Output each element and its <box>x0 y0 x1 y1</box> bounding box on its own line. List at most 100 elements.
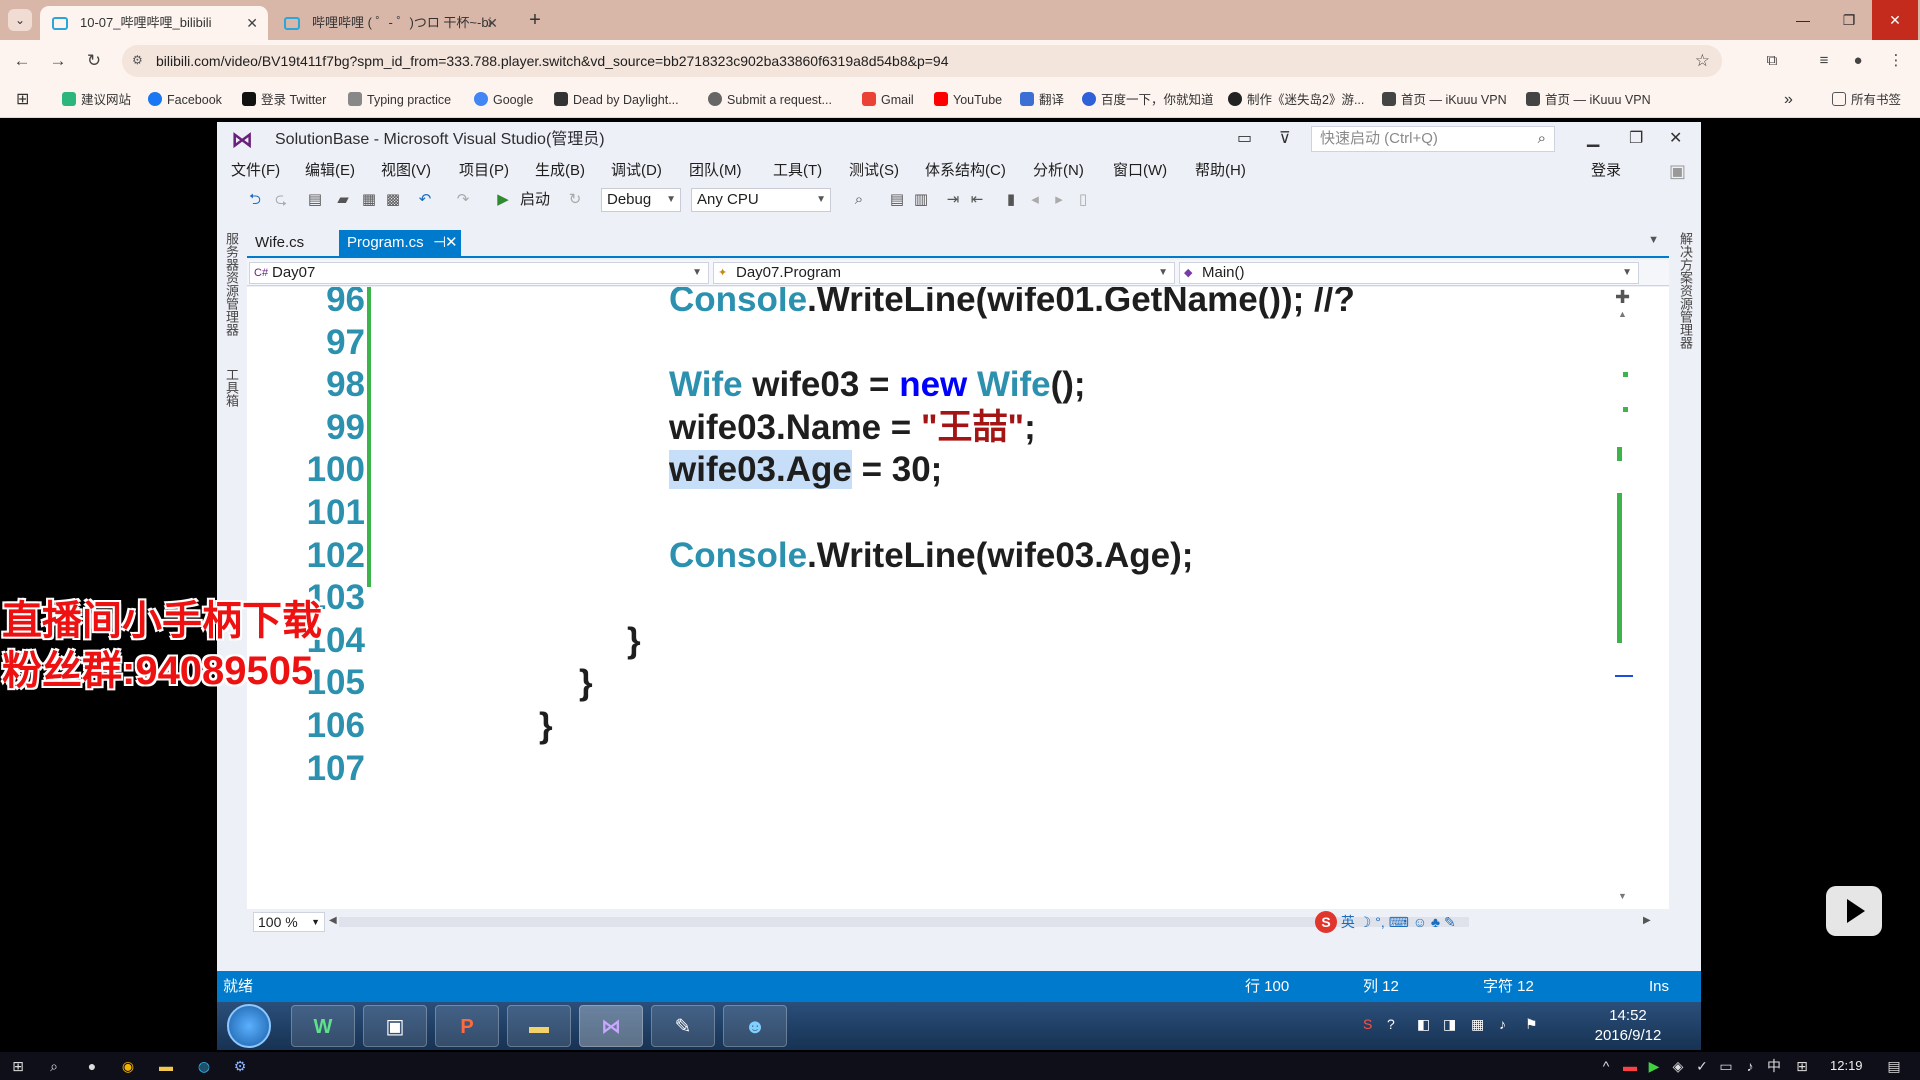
code-line[interactable]: 103 <box>247 577 1627 619</box>
tray-icon[interactable]: ◈ <box>1668 1056 1688 1076</box>
sogou-tray-icon[interactable]: S <box>1363 1016 1372 1032</box>
server-explorer-tab[interactable]: 服务器资源管理器 <box>223 232 241 336</box>
tab-close-icon[interactable]: ✕ <box>486 6 498 40</box>
start-play-icon[interactable]: ▶ <box>493 190 513 210</box>
flag-tray-icon[interactable]: ⚑ <box>1525 1016 1538 1033</box>
tray-icon[interactable]: ✓ <box>1692 1056 1712 1076</box>
feedback-icon[interactable]: ▭ <box>1237 128 1252 148</box>
prev-bookmark-icon[interactable]: ◂ <box>1025 190 1045 210</box>
edge-icon[interactable]: ◍ <box>194 1056 214 1076</box>
solution-explorer-tab[interactable]: 解决方案资源管理器 <box>1677 232 1695 349</box>
minimize-icon[interactable]: — <box>1780 0 1826 40</box>
ime-mode[interactable]: 英 <box>1341 914 1355 930</box>
notifications-icon[interactable]: ▤ <box>1884 1056 1904 1076</box>
tray-icon[interactable]: ▶ <box>1644 1056 1664 1076</box>
visual-studio-icon[interactable]: ⋈ <box>579 1005 643 1047</box>
win7-start-icon[interactable] <box>227 1004 271 1048</box>
help-tray-icon[interactable]: ? <box>1387 1016 1395 1032</box>
outdent-icon[interactable]: ⇤ <box>967 190 987 210</box>
system-clock[interactable]: 12:19 <box>1830 1052 1863 1080</box>
taskbar-app-icon[interactable]: W <box>291 1005 355 1047</box>
show-hidden-icons[interactable]: ^ <box>1596 1056 1616 1076</box>
media-controls-icon[interactable]: ≡ <box>1812 49 1836 73</box>
tab-close-icon[interactable]: ✕ <box>445 230 458 256</box>
open-file-icon[interactable]: ▰ <box>333 190 353 210</box>
restore-icon[interactable]: ❐ <box>1629 128 1643 148</box>
menu-file[interactable]: 文件(F) <box>231 158 280 184</box>
ime-skin-icon[interactable]: ♣ <box>1431 914 1440 930</box>
menu-window[interactable]: 窗口(W) <box>1113 158 1167 184</box>
taskbar-app-icon[interactable]: ▣ <box>363 1005 427 1047</box>
project-select[interactable]: C# Day07 ▼ <box>249 262 709 284</box>
ime-tools-icon[interactable]: ✎ <box>1444 914 1456 930</box>
close-icon[interactable]: ✕ <box>1669 128 1682 148</box>
ime-indicator[interactable]: 中 <box>1764 1056 1784 1076</box>
ime-user-icon[interactable]: ☺ <box>1413 914 1427 930</box>
reload-icon[interactable]: ↻ <box>80 48 108 74</box>
class-select[interactable]: ✦ Day07.Program ▼ <box>713 262 1175 284</box>
scroll-right-icon[interactable]: ▶ <box>1643 915 1651 926</box>
restore-icon[interactable]: ❐ <box>1826 0 1872 40</box>
apps-grid-icon[interactable]: ⊞ <box>16 82 29 118</box>
navigate-forward-icon[interactable]: ⮎ <box>271 190 291 210</box>
platform-select[interactable]: Any CPU ▼ <box>691 188 831 212</box>
ime-punct-icon[interactable]: °, <box>1375 914 1385 930</box>
bookmark-item[interactable]: 翻译 <box>1020 82 1064 118</box>
menu-debug[interactable]: 调试(D) <box>611 158 662 184</box>
ime-layout-icon[interactable]: ⊞ <box>1792 1056 1812 1076</box>
ime-keyboard-icon[interactable]: ⌨ <box>1389 914 1409 930</box>
menu-test[interactable]: 测试(S) <box>849 158 899 184</box>
menu-build[interactable]: 生成(B) <box>535 158 585 184</box>
align-icon[interactable]: ▤ <box>887 190 907 210</box>
forward-icon[interactable]: → <box>44 48 72 74</box>
configuration-select[interactable]: Debug ▼ <box>601 188 681 212</box>
member-select[interactable]: ◆ Main() ▼ <box>1179 262 1639 284</box>
menu-view[interactable]: 视图(V) <box>381 158 431 184</box>
code-line[interactable]: 96 Console.WriteLine(wife01.GetName()); /… <box>247 287 1627 321</box>
find-icon[interactable]: ⌕ <box>849 190 869 210</box>
undo-icon[interactable]: ↶ <box>415 190 435 210</box>
tray-icon[interactable]: ▬ <box>1620 1056 1640 1076</box>
steam-icon[interactable]: ⚙ <box>230 1056 250 1076</box>
bookmark-item[interactable]: 登录 Twitter <box>242 82 326 118</box>
tab-close-icon[interactable]: ✕ <box>246 6 258 40</box>
menu-help[interactable]: 帮助(H) <box>1195 158 1246 184</box>
tab-wife-cs[interactable]: Wife.cs <box>247 230 312 256</box>
code-line[interactable]: 99 wife03.Name = "王喆"; <box>247 407 1627 449</box>
browser-tab-active[interactable]: 10-07_哔哩哔哩_bilibili ✕ <box>40 6 268 40</box>
volume-tray-icon[interactable]: ♪ <box>1499 1016 1506 1032</box>
code-line[interactable]: 102 Console.WriteLine(wife03.Age); <box>247 535 1627 577</box>
format-icon[interactable]: ▥ <box>911 190 931 210</box>
bookmark-item[interactable]: Gmail <box>862 82 914 118</box>
bookmark-item[interactable]: Facebook <box>148 82 222 118</box>
url-input[interactable]: ⚙ bilibili.com/video/BV19t411f7bg?spm_id… <box>122 45 1722 77</box>
code-line[interactable]: 107 <box>247 748 1627 790</box>
site-info-icon[interactable]: ⚙ <box>132 53 146 67</box>
powerpoint-icon[interactable]: P <box>435 1005 499 1047</box>
save-all-icon[interactable]: ▩ <box>383 190 403 210</box>
file-explorer-icon[interactable]: ▬ <box>156 1056 176 1076</box>
next-bookmark-icon[interactable]: ▸ <box>1049 190 1069 210</box>
volume-icon[interactable]: ♪ <box>1740 1056 1760 1076</box>
back-icon[interactable]: ← <box>8 48 36 74</box>
close-window-icon[interactable]: ✕ <box>1872 0 1918 40</box>
paint-icon[interactable]: ✎ <box>651 1005 715 1047</box>
tab-overflow-icon[interactable]: ▼ <box>1648 234 1659 246</box>
tray-icon[interactable]: ◨ <box>1443 1016 1456 1033</box>
horizontal-scrollbar[interactable] <box>339 917 1469 927</box>
bookmark-icon[interactable]: ▮ <box>1001 190 1021 210</box>
save-icon[interactable]: ▦ <box>359 190 379 210</box>
bookmark-item[interactable]: Google <box>474 82 533 118</box>
menu-architecture[interactable]: 体系结构(C) <box>925 158 1006 184</box>
quick-launch-input[interactable]: 快速启动 (Ctrl+Q) ⌕ <box>1311 126 1555 152</box>
filter-icon[interactable]: ⊽ <box>1279 128 1291 148</box>
bookmark-item[interactable]: Submit a request... <box>708 82 832 118</box>
redo-icon[interactable]: ↷ <box>453 190 473 210</box>
tab-search-dropdown-icon[interactable]: ⌄ <box>8 9 32 31</box>
bookmark-item[interactable]: 百度一下，你就知道 <box>1082 82 1214 118</box>
browser-tab[interactable]: 哔哩哔哩 ( ゜- ゜)つロ 干杯~-bi ✕ <box>272 6 508 40</box>
bookmark-item[interactable]: 首页 — iKuuu VPN <box>1382 82 1507 118</box>
bookmark-item[interactable]: 建议网站 <box>62 82 131 118</box>
explorer-folder-icon[interactable]: ▬ <box>507 1005 571 1047</box>
code-line[interactable]: 105} <box>247 662 1627 704</box>
